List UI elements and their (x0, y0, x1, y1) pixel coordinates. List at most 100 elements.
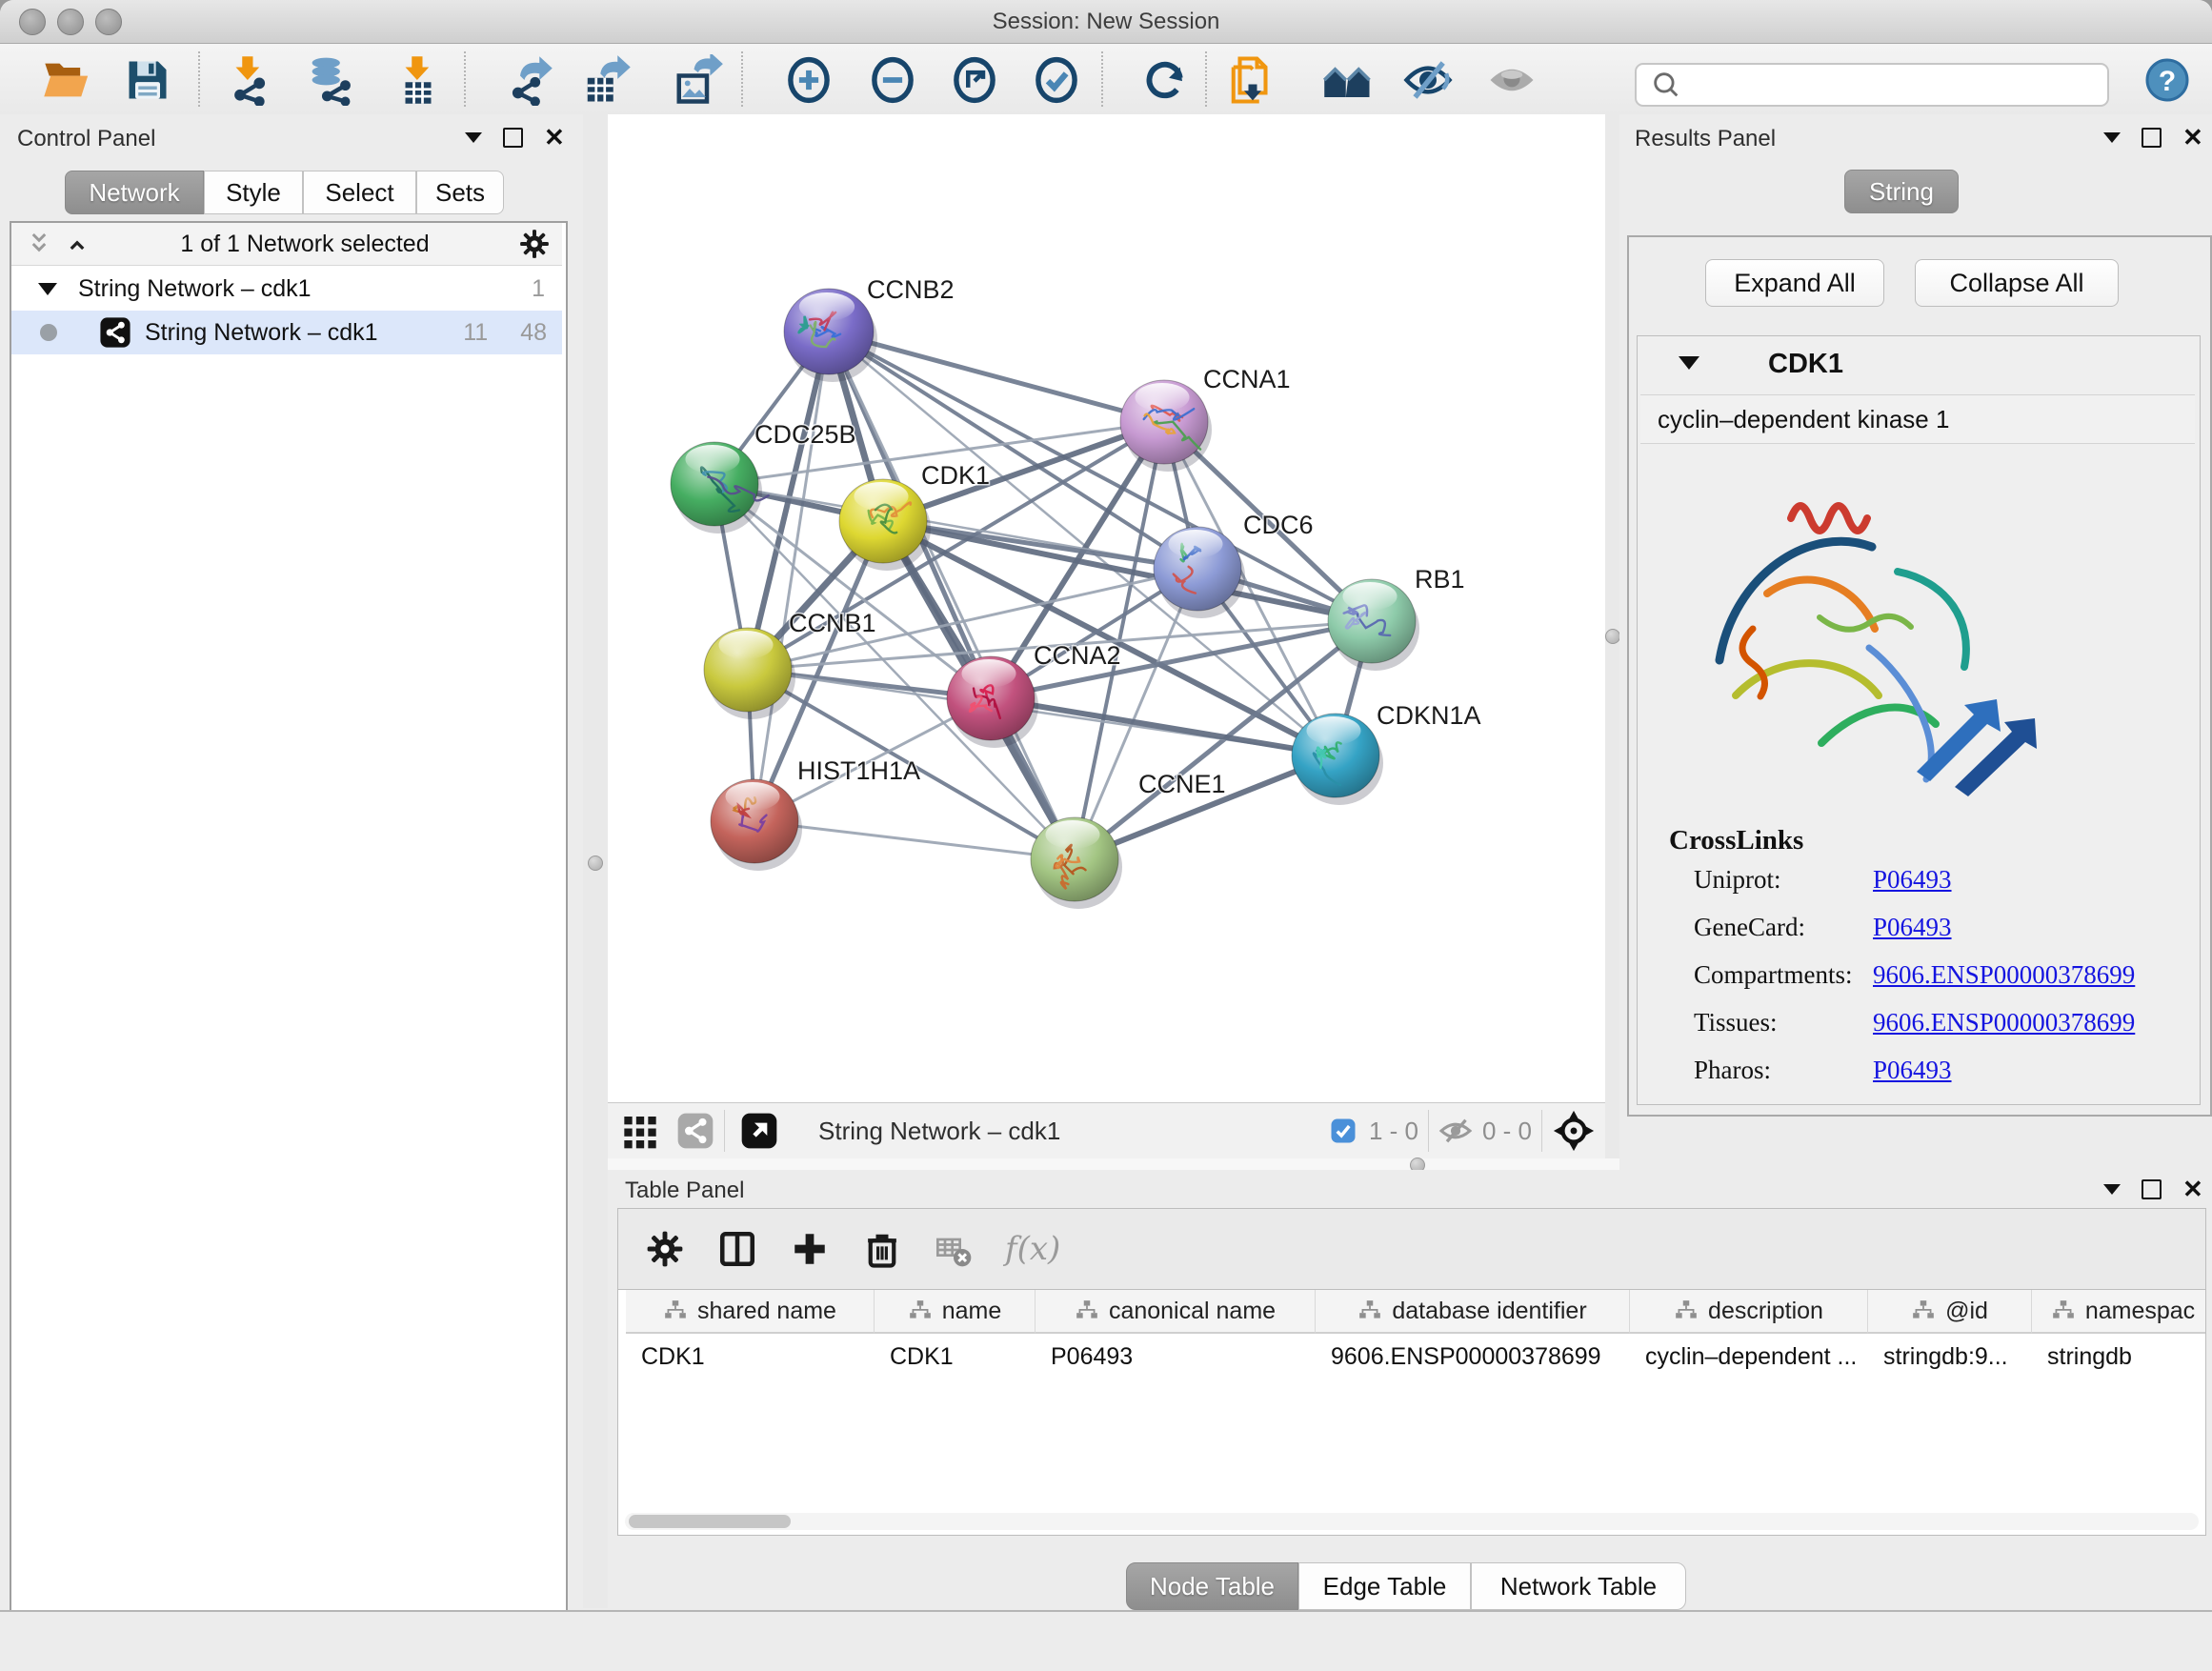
table-cell[interactable]: cyclin–dependent ... (1630, 1336, 1868, 1378)
export-table-button[interactable] (581, 54, 633, 106)
table-cell[interactable]: CDK1 (875, 1336, 1036, 1378)
table-cell[interactable]: 9606.ENSP00000378699 (1316, 1336, 1630, 1378)
expand-all-button[interactable]: Expand All (1705, 259, 1884, 307)
network-edge[interactable] (754, 332, 829, 821)
close-panel-icon[interactable]: ✕ (2182, 1181, 2203, 1198)
table-horizontal-scrollbar[interactable] (625, 1513, 2199, 1530)
search-field[interactable] (1682, 70, 2107, 99)
network-edge[interactable] (829, 332, 1164, 422)
crosslink-row: GeneCard:P06493 (1694, 913, 2189, 942)
export-network-button[interactable] (503, 54, 554, 106)
open-documents-button[interactable] (1227, 54, 1278, 106)
show-preview-button[interactable] (1486, 54, 1538, 106)
crosslink-link[interactable]: P06493 (1873, 913, 1952, 942)
tab-sets[interactable]: Sets (416, 171, 504, 214)
splitter-handle[interactable] (1605, 629, 1620, 644)
column-label: name (942, 1298, 1002, 1325)
maximize-panel-icon[interactable] (2142, 128, 2162, 148)
add-column-icon[interactable] (790, 1229, 830, 1269)
network-node-ccnb2[interactable] (784, 289, 877, 382)
close-panel-icon[interactable]: ✕ (2182, 130, 2203, 146)
network-node-ccna2[interactable] (947, 656, 1038, 748)
protein-expander-icon[interactable] (1679, 356, 1699, 370)
hidden-eye-icon[interactable] (1438, 1114, 1473, 1148)
table-settings-gear-icon[interactable] (645, 1229, 685, 1269)
apply-layout-button[interactable] (1139, 54, 1191, 106)
column-header-canonical-name[interactable]: canonical name (1036, 1290, 1316, 1334)
column-header-description[interactable]: description (1630, 1290, 1868, 1334)
collapse-all-button[interactable]: Collapse All (1915, 259, 2119, 307)
maximize-panel-icon[interactable] (503, 128, 523, 148)
tab-node-table[interactable]: Node Table (1126, 1562, 1298, 1610)
gear-icon[interactable] (518, 228, 551, 260)
table-cell[interactable]: P06493 (1036, 1336, 1316, 1378)
column-header-shared-name[interactable]: shared name (626, 1290, 875, 1334)
column-label: @id (1945, 1298, 1988, 1325)
hide-labels-button[interactable] (1402, 54, 1454, 106)
zoom-selected-button[interactable] (1031, 54, 1082, 106)
zoom-in-button[interactable] (783, 54, 835, 106)
import-network-database-button[interactable] (307, 54, 358, 106)
float-panel-icon[interactable] (2103, 132, 2121, 143)
float-panel-icon[interactable] (2103, 1184, 2121, 1195)
tab-network-table[interactable]: Network Table (1471, 1562, 1686, 1610)
tab-style[interactable]: Style (204, 171, 303, 214)
network-node-ccna1[interactable] (1120, 380, 1212, 472)
float-panel-icon[interactable] (465, 132, 482, 143)
expand-all-icon[interactable] (63, 230, 91, 258)
table-cell[interactable]: stringdb (2032, 1336, 2206, 1378)
export-image-button[interactable] (673, 54, 724, 106)
share-view-icon[interactable] (676, 1112, 714, 1150)
tab-string[interactable]: String (1844, 170, 1959, 213)
network-edge[interactable] (754, 821, 1075, 859)
column-header-database-identifier[interactable]: database identifier (1316, 1290, 1630, 1334)
import-table-file-button[interactable] (392, 54, 444, 106)
network-graph[interactable]: CCNB2CCNA1CDC25BCDK1CDC6RB1CCNB1CCNA2CDK… (608, 114, 1605, 1102)
delete-column-icon[interactable] (862, 1229, 902, 1269)
node-label: CDC6 (1243, 511, 1314, 539)
maximize-panel-icon[interactable] (2142, 1179, 2162, 1199)
network-node-cdkn1a[interactable] (1292, 714, 1383, 805)
tree-expander-icon[interactable] (38, 283, 57, 295)
column-header-namespac[interactable]: namespac (2032, 1290, 2206, 1334)
save-session-button[interactable] (122, 54, 173, 106)
tab-network[interactable]: Network (65, 171, 204, 214)
network-node-hist1h1a[interactable] (711, 779, 802, 871)
tab-select[interactable]: Select (303, 171, 416, 214)
show-all-networks-button[interactable] (1322, 54, 1374, 106)
table-cell[interactable]: stringdb:9... (1868, 1336, 2032, 1378)
column-header-@id[interactable]: @id (1868, 1290, 2032, 1334)
selected-checkbox-icon[interactable] (1329, 1117, 1357, 1145)
import-network-file-button[interactable] (223, 54, 274, 106)
help-button[interactable]: ? (2142, 54, 2193, 106)
birds-eye-view-icon[interactable] (740, 1112, 778, 1150)
tab-edge-table[interactable]: Edge Table (1298, 1562, 1471, 1610)
grid-view-icon[interactable] (621, 1112, 659, 1150)
network-canvas[interactable]: CCNB2CCNA1CDC25BCDK1CDC6RB1CCNB1CCNA2CDK… (608, 114, 1605, 1102)
table-cell[interactable]: CDK1 (626, 1336, 875, 1378)
left-splitter[interactable] (583, 114, 608, 1608)
collapse-all-icon[interactable] (25, 230, 53, 258)
scrollbar-thumb[interactable] (629, 1515, 791, 1528)
zoom-out-button[interactable] (867, 54, 918, 106)
crosslink-link[interactable]: P06493 (1873, 865, 1952, 895)
right-splitter[interactable] (1605, 114, 1619, 1170)
column-header-name[interactable]: name (875, 1290, 1036, 1334)
network-node-cdc25b[interactable] (671, 442, 769, 534)
crosslink-link[interactable]: 9606.ENSP00000378699 (1873, 1008, 2135, 1037)
network-collection-row[interactable]: String Network – cdk1 1 (11, 267, 562, 311)
crosslink-link[interactable]: 9606.ENSP00000378699 (1873, 960, 2135, 990)
network-node-cdc6[interactable] (1154, 527, 1245, 618)
crosslink-link[interactable]: P06493 (1873, 1056, 1952, 1085)
search-input[interactable] (1635, 63, 2109, 107)
zoom-fit-button[interactable] (949, 54, 1000, 106)
show-columns-icon[interactable] (717, 1229, 757, 1269)
splitter-handle[interactable] (588, 856, 603, 871)
close-panel-icon[interactable]: ✕ (544, 130, 565, 146)
network-row[interactable]: String Network – cdk1 11 48 (11, 311, 562, 354)
node-table[interactable]: shared name name canonical namedatabase id… (617, 1290, 2206, 1536)
crosslink-row: Compartments:9606.ENSP00000378699 (1694, 960, 2189, 990)
open-session-button[interactable] (40, 54, 91, 106)
locate-network-icon[interactable] (1552, 1109, 1596, 1153)
network-node-rb1[interactable] (1328, 579, 1419, 671)
